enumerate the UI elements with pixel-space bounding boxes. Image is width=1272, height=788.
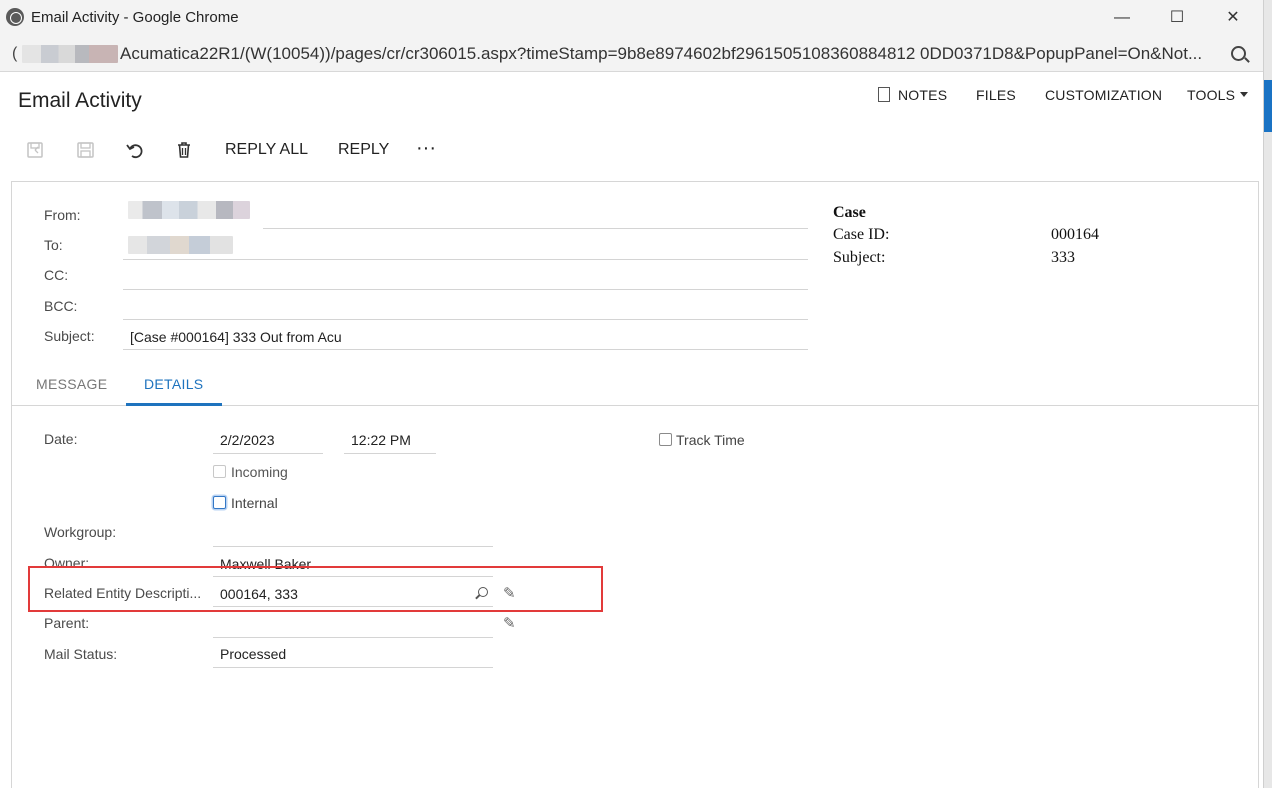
edit-pencil-icon[interactable]: ✎ bbox=[503, 584, 516, 602]
workgroup-label: Workgroup: bbox=[44, 524, 117, 540]
internal-checkbox[interactable] bbox=[213, 496, 226, 509]
track-time-checkbox[interactable] bbox=[659, 433, 672, 446]
bcc-field[interactable] bbox=[123, 319, 808, 320]
incoming-label: Incoming bbox=[231, 464, 288, 480]
case-subject-label: Subject: bbox=[833, 249, 886, 266]
case-id-value: 000164 bbox=[1051, 226, 1099, 243]
redacted-host bbox=[22, 45, 118, 63]
subject-label: Subject: bbox=[44, 328, 95, 344]
to-underline bbox=[123, 259, 808, 260]
close-button[interactable]: ✕ bbox=[1213, 6, 1253, 30]
zoom-icon[interactable] bbox=[1231, 46, 1246, 61]
to-redacted bbox=[128, 236, 233, 254]
from-underline bbox=[263, 228, 808, 229]
undo-icon[interactable] bbox=[125, 140, 145, 160]
notes-icon bbox=[878, 87, 890, 102]
tools-caret-icon bbox=[1240, 92, 1248, 97]
from-label: From: bbox=[44, 207, 81, 223]
reply-all-button[interactable]: REPLY ALL bbox=[225, 141, 308, 159]
save-icon[interactable] bbox=[76, 140, 96, 160]
mail-status-label: Mail Status: bbox=[44, 646, 118, 662]
parent-field[interactable] bbox=[213, 637, 493, 638]
case-info-box bbox=[827, 202, 1237, 351]
workgroup-field[interactable] bbox=[213, 546, 493, 547]
tools-menu[interactable]: TOOLS bbox=[1187, 87, 1235, 103]
subject-underline bbox=[123, 349, 808, 350]
browser-titlebar: Email Activity - Google Chrome — ☐ ✕ bbox=[0, 0, 1263, 36]
date-label: Date: bbox=[44, 431, 78, 447]
tab-details[interactable]: DETAILS bbox=[144, 376, 203, 392]
incoming-checkbox bbox=[213, 465, 226, 478]
url-text: Acumatica22R1/(W(10054))/pages/cr/cr3060… bbox=[120, 44, 1203, 63]
background-window-accent bbox=[1264, 80, 1272, 132]
save-and-close-icon[interactable] bbox=[26, 140, 46, 160]
time-underline bbox=[344, 453, 436, 454]
notes-link[interactable]: NOTES bbox=[898, 87, 947, 103]
related-entity-label: Related Entity Descripti... bbox=[44, 585, 202, 601]
date-underline bbox=[213, 453, 323, 454]
subject-field[interactable]: [Case #000164] 333 Out from Acu bbox=[130, 329, 342, 345]
window-title: Email Activity - Google Chrome bbox=[31, 9, 239, 26]
globe-icon bbox=[6, 8, 24, 26]
parent-label: Parent: bbox=[44, 615, 90, 631]
related-entity-field[interactable]: 000164, 333 bbox=[220, 586, 298, 602]
track-time-label: Track Time bbox=[676, 432, 745, 448]
minimize-button[interactable]: — bbox=[1102, 6, 1142, 30]
mail-status-field: Processed bbox=[220, 646, 287, 662]
cc-field[interactable] bbox=[123, 289, 808, 290]
time-field[interactable]: 12:22 PM bbox=[351, 432, 411, 448]
date-field[interactable]: 2/2/2023 bbox=[220, 432, 275, 448]
customization-link[interactable]: CUSTOMIZATION bbox=[1045, 87, 1162, 103]
more-button[interactable]: ··· bbox=[416, 137, 436, 160]
case-heading: Case bbox=[833, 204, 866, 221]
maximize-button[interactable]: ☐ bbox=[1157, 6, 1197, 30]
tab-message[interactable]: MESSAGE bbox=[36, 376, 107, 392]
delete-icon[interactable] bbox=[174, 140, 194, 160]
cc-label: CC: bbox=[44, 267, 69, 283]
from-redacted bbox=[128, 201, 250, 219]
background-window-strip bbox=[1263, 0, 1272, 788]
page-title: Email Activity bbox=[18, 89, 142, 112]
bcc-label: BCC: bbox=[44, 298, 78, 314]
case-id-label: Case ID: bbox=[833, 226, 890, 243]
address-lead: ( bbox=[12, 45, 18, 62]
search-icon[interactable] bbox=[478, 587, 488, 597]
files-link[interactable]: FILES bbox=[976, 87, 1016, 103]
internal-label: Internal bbox=[231, 495, 278, 511]
address-bar[interactable]: ( Acumatica22R1/(W(10054))/pages/cr/cr30… bbox=[0, 36, 1263, 72]
tab-active-indicator bbox=[126, 403, 222, 406]
case-subject-value: 333 bbox=[1051, 249, 1075, 266]
mail-status-underline bbox=[213, 667, 493, 668]
to-label: To: bbox=[44, 237, 63, 253]
reply-button[interactable]: REPLY bbox=[338, 141, 389, 159]
related-entity-underline bbox=[213, 606, 493, 607]
parent-edit-pencil-icon[interactable]: ✎ bbox=[503, 614, 516, 632]
